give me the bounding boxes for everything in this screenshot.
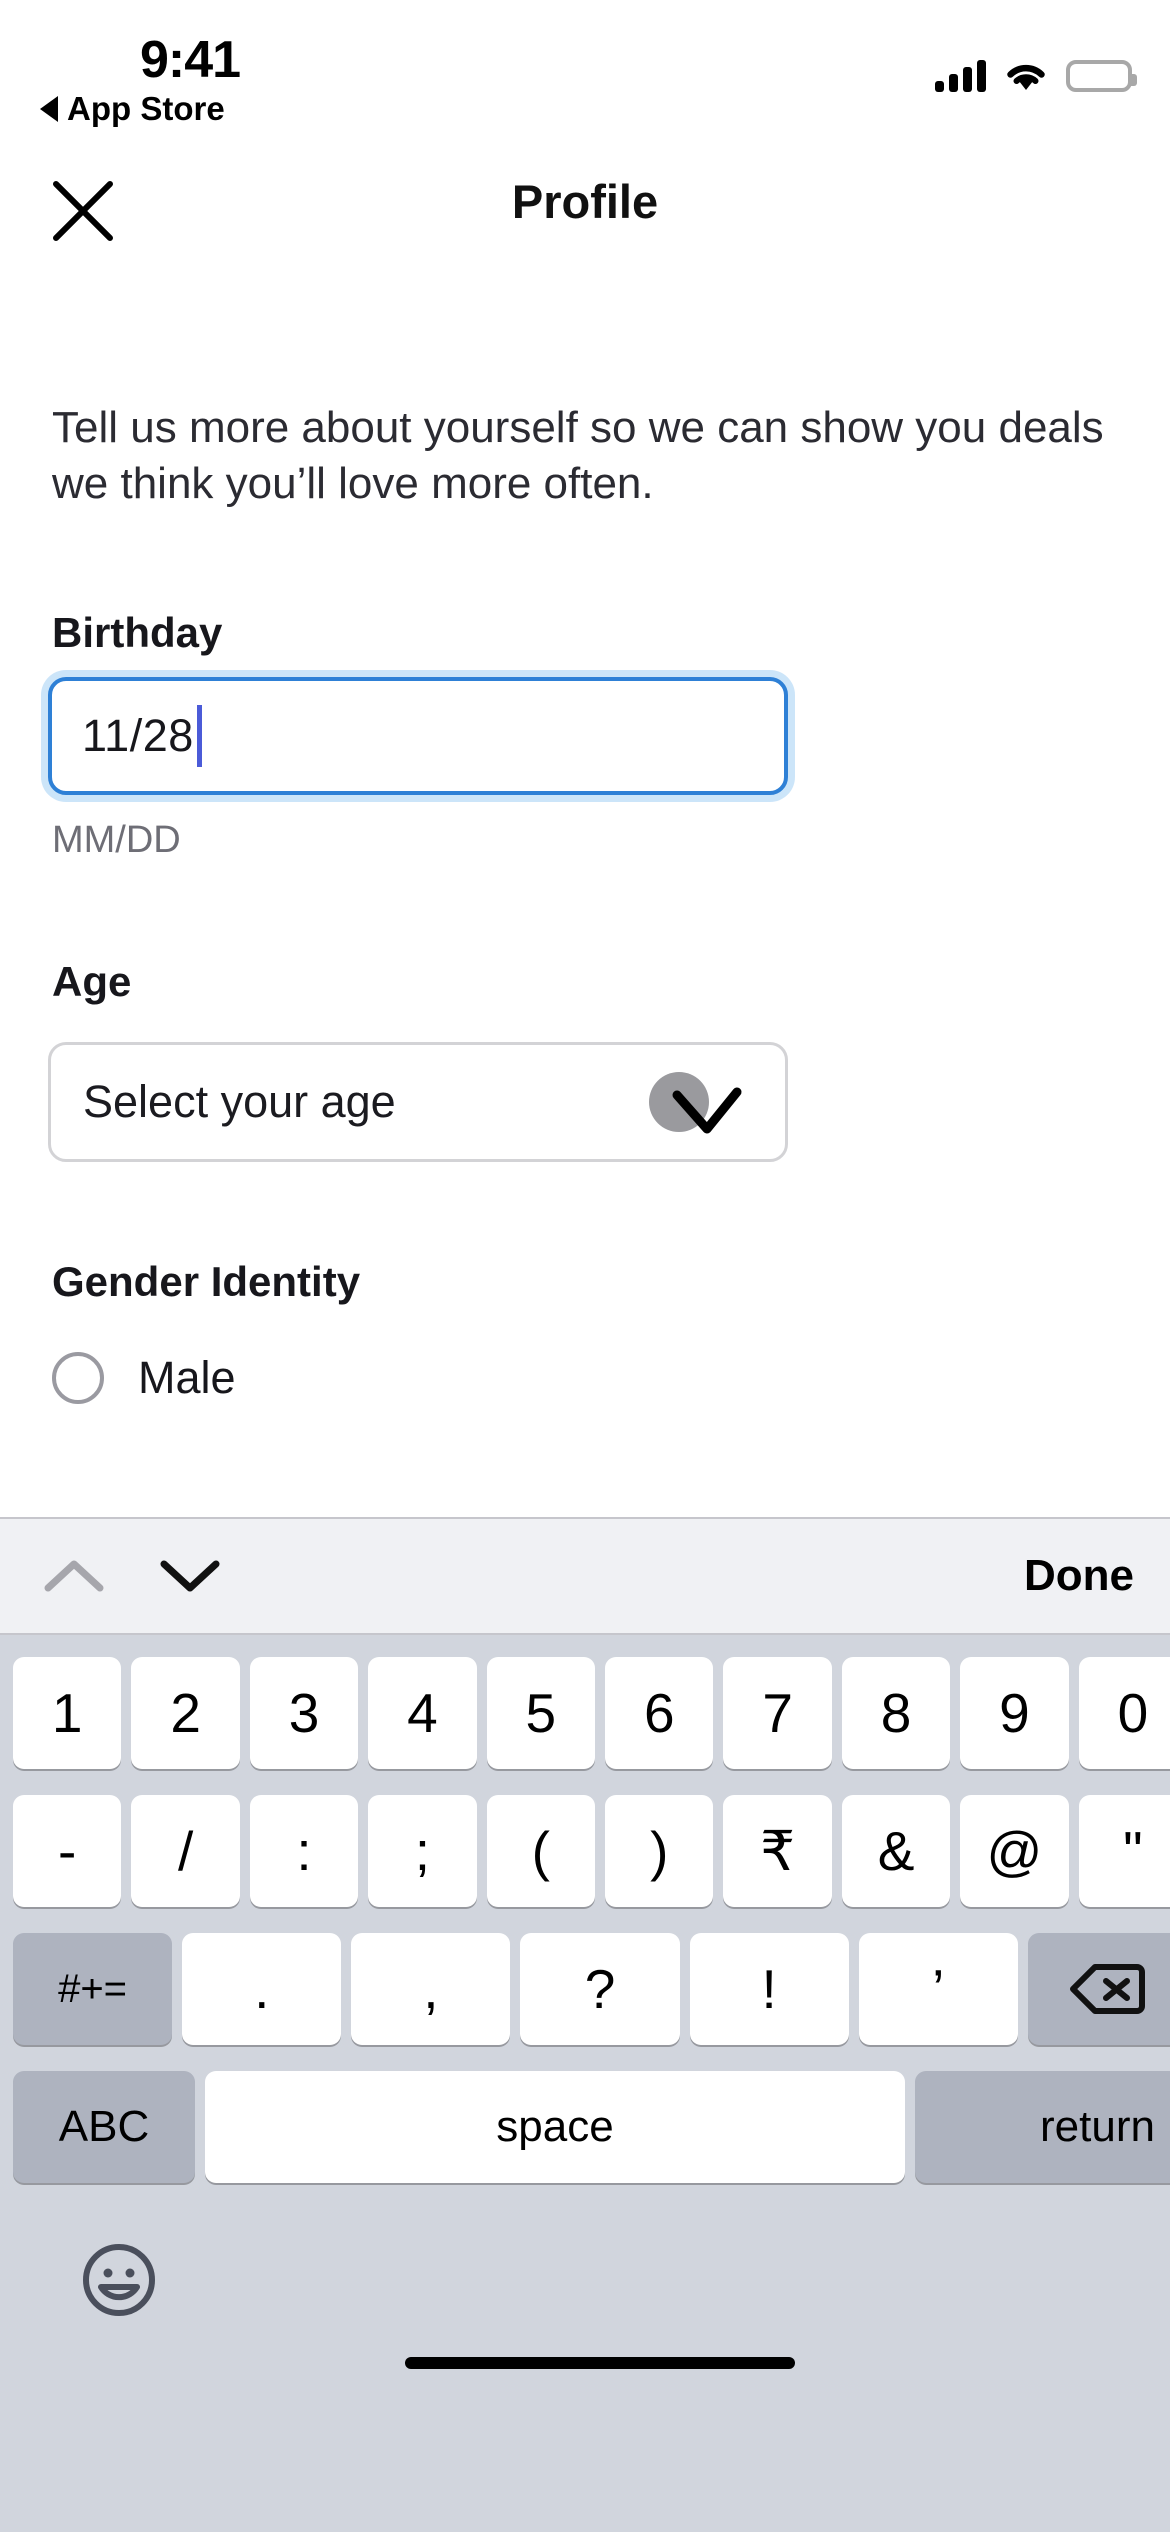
radio-button-icon[interactable]	[52, 1351, 104, 1404]
key-semicolon[interactable]: ;	[368, 1795, 477, 1907]
key-at[interactable]: @	[960, 1795, 1069, 1907]
key-rupee[interactable]: ₹	[723, 1795, 832, 1907]
back-label: App Store	[67, 90, 225, 127]
chevron-up-icon[interactable]	[28, 1540, 120, 1612]
key-6[interactable]: 6	[605, 1657, 714, 1769]
key-apostrophe[interactable]: ’	[858, 1933, 1018, 2045]
navigation-bar: Profile	[0, 160, 1170, 270]
key-symbols-toggle[interactable]: #+=	[13, 1933, 173, 2045]
chevron-down-icon	[639, 1059, 759, 1145]
key-comma[interactable]: ,	[351, 1933, 511, 2045]
cellular-signal-icon	[935, 60, 986, 92]
profile-form: Tell us more about yourself so we can sh…	[0, 300, 1170, 1404]
key-abc-toggle[interactable]: ABC	[13, 2071, 195, 2183]
chevron-down-icon[interactable]	[144, 1540, 236, 1612]
birthday-input[interactable]: 11/28	[48, 676, 788, 795]
status-bar-time: 9:41	[140, 31, 241, 89]
text-caret	[196, 704, 202, 767]
key-return[interactable]: return	[915, 2071, 1170, 2183]
key-period[interactable]: .	[182, 1933, 342, 2045]
keyboard-footer	[0, 2209, 1170, 2405]
key-slash[interactable]: /	[131, 1795, 240, 1907]
gender-option-male[interactable]: Male	[52, 1351, 1170, 1404]
key-4[interactable]: 4	[368, 1657, 477, 1769]
key-8[interactable]: 8	[841, 1657, 951, 1769]
home-indicator	[405, 2357, 795, 2369]
keyboard-row-symbols: - / : ; ( ) ₹ & @ "	[0, 1795, 1170, 1907]
birthday-value: 11/28	[82, 709, 194, 761]
key-colon[interactable]: :	[249, 1795, 359, 1907]
intro-text: Tell us more about yourself so we can sh…	[52, 403, 1104, 509]
birthday-hint: MM/DD	[52, 818, 181, 861]
key-0[interactable]: 0	[1078, 1657, 1170, 1769]
age-placeholder: Select your age	[83, 1075, 396, 1127]
key-ampersand[interactable]: &	[841, 1795, 951, 1907]
software-keyboard: Done 1 2 3 4 5 6 7 8 9 0 - / : ; ( ) ₹ &…	[0, 1517, 1170, 2532]
emoji-smiley-icon[interactable]	[80, 2241, 158, 2319]
key-paren-open[interactable]: (	[486, 1795, 596, 1907]
status-bar-indicators	[935, 48, 1137, 92]
key-1[interactable]: 1	[13, 1657, 122, 1769]
key-quote-double[interactable]: "	[1078, 1795, 1170, 1907]
key-space[interactable]: space	[205, 2071, 905, 2183]
key-7[interactable]: 7	[723, 1657, 832, 1769]
gender-option-label: Male	[138, 1351, 236, 1403]
key-2[interactable]: 2	[131, 1657, 240, 1769]
key-paren-close[interactable]: )	[605, 1795, 714, 1907]
key-9[interactable]: 9	[960, 1657, 1069, 1769]
wifi-icon	[1004, 60, 1048, 92]
age-label: Age	[52, 957, 132, 1005]
battery-full-icon	[1066, 60, 1137, 92]
keyboard-row-bottom: ABC space return	[0, 2071, 1170, 2183]
back-to-app-store-link[interactable]: App Store	[40, 90, 225, 128]
delete-backspace-icon[interactable]	[1027, 1933, 1170, 2045]
gender-identity-label: Gender Identity	[52, 1257, 361, 1305]
key-exclamation[interactable]: !	[689, 1933, 849, 2045]
keyboard-row-numbers: 1 2 3 4 5 6 7 8 9 0	[0, 1657, 1170, 1769]
age-select[interactable]: Select your age	[48, 1041, 788, 1162]
key-3[interactable]: 3	[249, 1657, 359, 1769]
status-bar: 9:41 App Store	[0, 0, 1170, 150]
keyboard-row-punctuation: #+= . , ? ! ’	[0, 1933, 1170, 2045]
iphone-screen: 9:41 App Store Profile Tell us more abou…	[0, 0, 1170, 2532]
keyboard-rows: 1 2 3 4 5 6 7 8 9 0 - / : ; ( ) ₹ & @ " …	[0, 1635, 1170, 2405]
key-question[interactable]: ?	[520, 1933, 680, 2045]
key-5[interactable]: 5	[486, 1657, 596, 1769]
key-hyphen[interactable]: -	[13, 1795, 122, 1907]
page-title: Profile	[511, 175, 659, 228]
birthday-label: Birthday	[52, 608, 223, 656]
keyboard-accessory-toolbar: Done	[0, 1517, 1170, 1635]
triangle-left-icon	[40, 96, 58, 122]
keyboard-done-button[interactable]: Done	[1024, 1551, 1134, 1601]
